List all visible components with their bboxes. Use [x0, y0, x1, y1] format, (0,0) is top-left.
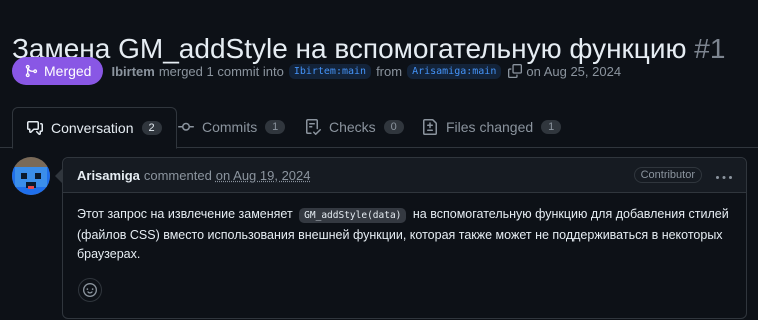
head-branch[interactable]: Arisamiga:main — [407, 63, 502, 79]
tab-commits[interactable]: Commits 1 — [178, 107, 286, 147]
pixel-avatar-icon — [12, 157, 50, 195]
tab-files-changed[interactable]: Files changed 1 — [422, 107, 562, 147]
copy-icon[interactable] — [508, 64, 523, 78]
tab-conversation-label: Conversation — [51, 120, 134, 136]
tab-files-changed-count: 1 — [541, 120, 562, 134]
inline-code: GM_addStyle(data) — [299, 208, 407, 223]
comment-header: Arisamiga commented on Aug 19, 2024 Cont… — [63, 158, 746, 193]
merger-link[interactable]: Ibirtem — [111, 64, 154, 79]
git-commit-icon — [178, 122, 194, 131]
git-merge-icon — [25, 64, 38, 78]
tab-commits-label: Commits — [202, 119, 258, 135]
smiley-icon — [83, 283, 97, 297]
pr-meta: Merged Ibirtem merged 1 commit into Ibir… — [12, 57, 621, 85]
base-branch[interactable]: Ibirtem:main — [288, 63, 372, 79]
merge-date: on Aug 25, 2024 — [526, 63, 622, 79]
comment-verb: commented — [143, 167, 212, 183]
comment-body: Этот запрос на извлечение заменяет GM_ad… — [63, 193, 746, 265]
tab-commits-count: 1 — [265, 120, 286, 134]
status-label: Merged — [44, 63, 92, 79]
file-diff-icon — [423, 119, 437, 135]
tab-checks[interactable]: Checks 0 — [305, 107, 404, 147]
pr-tabs: Conversation 2 Commits 1 Checks 0 Files … — [0, 107, 758, 149]
comment-author[interactable]: Arisamiga — [77, 168, 140, 183]
checklist-icon — [306, 119, 321, 135]
comment-discussion-icon — [27, 121, 43, 135]
status-badge: Merged — [12, 57, 104, 85]
tab-checks-label: Checks — [329, 119, 376, 135]
merge-action-text: merged 1 commit into — [158, 63, 284, 79]
role-badge: Contributor — [633, 167, 702, 183]
from-text: from — [376, 63, 403, 79]
pr-number: #1 — [694, 32, 726, 64]
comment-box: Arisamiga commented on Aug 19, 2024 Cont… — [55, 157, 747, 319]
tab-checks-count: 0 — [383, 120, 404, 134]
add-reaction-button[interactable] — [78, 278, 102, 302]
comment-date[interactable]: on Aug 19, 2024 — [216, 168, 311, 183]
tab-conversation[interactable]: Conversation 2 — [12, 107, 177, 149]
avatar[interactable] — [12, 157, 50, 195]
tab-conversation-count: 2 — [141, 121, 162, 135]
comment-text-start: Этот запрос на извлечение заменяет — [77, 207, 293, 221]
tab-files-changed-label: Files changed — [446, 119, 534, 135]
kebab-menu-icon[interactable] — [716, 170, 732, 186]
